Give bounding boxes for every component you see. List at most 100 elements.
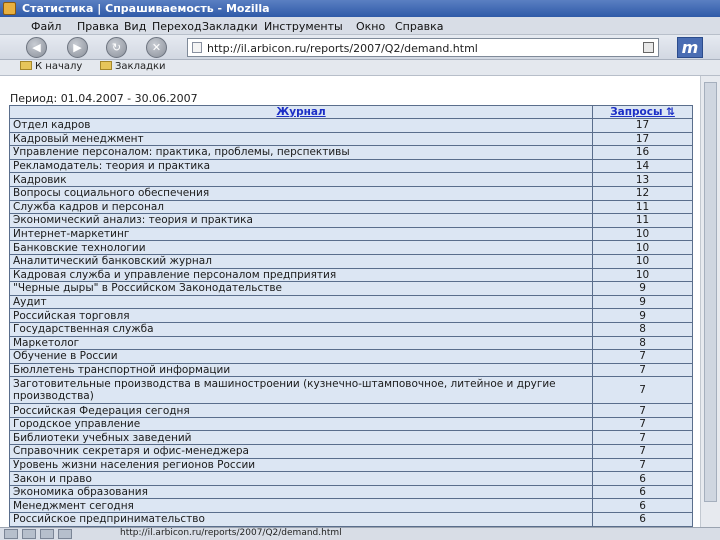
- app-icon: [3, 2, 16, 15]
- journal-name: Российское предпринимательство: [8, 512, 594, 527]
- addressbook-icon[interactable]: [58, 529, 72, 539]
- table-row: Закон и право 6: [8, 471, 693, 486]
- table-row: Аналитический банковский журнал 10: [8, 253, 693, 269]
- request-count: 11: [592, 199, 693, 215]
- table-row: Служба кадров и персонал 11: [8, 199, 693, 215]
- journal-name: Служба кадров и персонал: [8, 199, 594, 215]
- request-count: 6: [592, 512, 693, 527]
- request-count: 16: [592, 145, 693, 160]
- journal-name: Экономика образования: [8, 484, 594, 500]
- table-row: Российская торговля 9: [8, 308, 693, 323]
- table-row: Кадровик 13: [8, 172, 693, 187]
- table-row: Управление персоналом: практика, проблем…: [8, 145, 693, 160]
- request-count: 8: [592, 321, 693, 337]
- request-count: 10: [592, 253, 693, 269]
- request-count: 10: [592, 267, 693, 283]
- address-url[interactable]: http://il.arbicon.ru/reports/2007/Q2/dem…: [207, 42, 478, 55]
- request-count: 7: [592, 362, 693, 378]
- bookmarks-toolbar: К началу Закладки: [0, 60, 720, 76]
- vertical-scrollbar[interactable]: [700, 76, 720, 527]
- request-count: 13: [592, 172, 693, 187]
- stop-icon[interactable]: ✕: [146, 37, 167, 58]
- menu-window[interactable]: Окно: [356, 20, 385, 33]
- journal-name: Российская Федерация сегодня: [8, 403, 594, 418]
- journal-name: Банковские технологии: [8, 240, 594, 255]
- table-row: "Черные дыры" в Российском Законодательс…: [8, 281, 693, 296]
- table-row: Менеджмент сегодня 6: [8, 498, 693, 514]
- journal-name: Бюллетень транспортной информации: [8, 362, 594, 378]
- menu-bookmarks[interactable]: Закладки: [202, 20, 258, 33]
- request-count: 6: [592, 484, 693, 500]
- table-row: Справочник секретаря и офис-менеджера 7: [8, 444, 693, 459]
- request-count: 17: [592, 118, 693, 133]
- status-icons: [4, 529, 76, 540]
- navigation-toolbar: ◀ ▶ ↻ ✕ http://il.arbicon.ru/reports/200…: [0, 35, 720, 60]
- menu-file[interactable]: Файл: [31, 20, 61, 33]
- menu-tools[interactable]: Инструменты: [264, 20, 343, 33]
- journal-name: Кадровый менеджмент: [8, 131, 594, 147]
- mozilla-logo[interactable]: m: [677, 37, 703, 58]
- requests-column-header[interactable]: Запросы ⇅: [592, 105, 693, 119]
- menu-help[interactable]: Справка: [395, 20, 443, 33]
- composer-icon[interactable]: [40, 529, 54, 539]
- bookmark-home[interactable]: К началу: [20, 61, 82, 72]
- request-count: 7: [592, 444, 693, 459]
- home-icon: [20, 61, 32, 70]
- table-row: Российское предпринимательство 6: [8, 512, 693, 527]
- journal-name: Российская торговля: [8, 308, 594, 323]
- journal-name: Аналитический банковский журнал: [8, 253, 594, 269]
- request-count: 7: [592, 457, 693, 473]
- journal-name: Справочник секретаря и офис-менеджера: [8, 444, 594, 459]
- window-titlebar: Статистика | Спрашиваемость - Mozilla: [0, 0, 720, 17]
- menu-bar: Файл Правка Вид Переход Закладки Инструм…: [0, 17, 720, 35]
- journal-name: Интернет-маркетинг: [8, 226, 594, 242]
- request-count: 7: [592, 416, 693, 432]
- request-count: 14: [592, 158, 693, 174]
- folder-icon: [100, 61, 112, 70]
- table-row: Кадровая служба и управление персоналом …: [8, 267, 693, 283]
- request-count: 9: [592, 294, 693, 310]
- table-row: Обучение в России 7: [8, 349, 693, 364]
- back-arrow-icon[interactable]: ◀: [26, 37, 47, 58]
- journal-name: Маркетолог: [8, 335, 594, 351]
- page-content: Период: 01.04.2007 - 30.06.2007 Журнал З…: [0, 76, 700, 527]
- mail-icon[interactable]: [22, 529, 36, 539]
- table-row: Отдел кадров 17: [8, 118, 693, 133]
- journal-column-header[interactable]: Журнал: [8, 105, 594, 119]
- scrollbar-thumb[interactable]: [704, 82, 717, 502]
- navigator-icon[interactable]: [4, 529, 18, 539]
- journal-name: Вопросы социального обеспечения: [8, 185, 594, 201]
- request-count: 11: [592, 213, 693, 228]
- bookmark-home-label: К началу: [35, 61, 83, 72]
- menu-go[interactable]: Переход: [152, 20, 202, 33]
- table-row: Экономика образования 6: [8, 484, 693, 500]
- reload-icon[interactable]: ↻: [106, 37, 127, 58]
- table-row: Рекламодатель: теория и практика 14: [8, 158, 693, 174]
- menu-view[interactable]: Вид: [124, 20, 146, 33]
- journal-name: Кадровая служба и управление персоналом …: [8, 267, 594, 283]
- status-text: http://il.arbicon.ru/reports/2007/Q2/dem…: [120, 528, 342, 538]
- table-row: Маркетолог 8: [8, 335, 693, 351]
- journal-name: Рекламодатель: теория и практика: [8, 158, 594, 174]
- request-count: 7: [592, 376, 693, 405]
- bookmark-folder[interactable]: Закладки: [100, 61, 166, 72]
- menu-edit[interactable]: Правка: [77, 20, 119, 33]
- demand-table: Журнал Запросы ⇅ Отдел кадров 17 Кадровый…: [8, 105, 693, 527]
- journal-name: Управление персоналом: практика, проблем…: [8, 145, 594, 160]
- address-bar[interactable]: http://il.arbicon.ru/reports/2007/Q2/dem…: [187, 38, 659, 57]
- journal-name: Экономический анализ: теория и практика: [8, 213, 594, 228]
- window-title: Статистика | Спрашиваемость - Mozilla: [22, 2, 270, 15]
- request-count: 10: [592, 240, 693, 255]
- forward-arrow-icon[interactable]: ▶: [67, 37, 88, 58]
- journal-name: Менеджмент сегодня: [8, 498, 594, 514]
- request-count: 7: [592, 349, 693, 364]
- go-icon[interactable]: [643, 42, 654, 53]
- journal-name: Аудит: [8, 294, 594, 310]
- table-row: Кадровый менеджмент 17: [8, 131, 693, 147]
- request-count: 7: [592, 403, 693, 418]
- table-row: Экономический анализ: теория и практика 1…: [8, 213, 693, 228]
- bookmark-folder-label: Закладки: [115, 61, 166, 72]
- request-count: 8: [592, 335, 693, 351]
- table-header-row: Журнал Запросы ⇅: [8, 105, 693, 119]
- journal-name: Обучение в России: [8, 349, 594, 364]
